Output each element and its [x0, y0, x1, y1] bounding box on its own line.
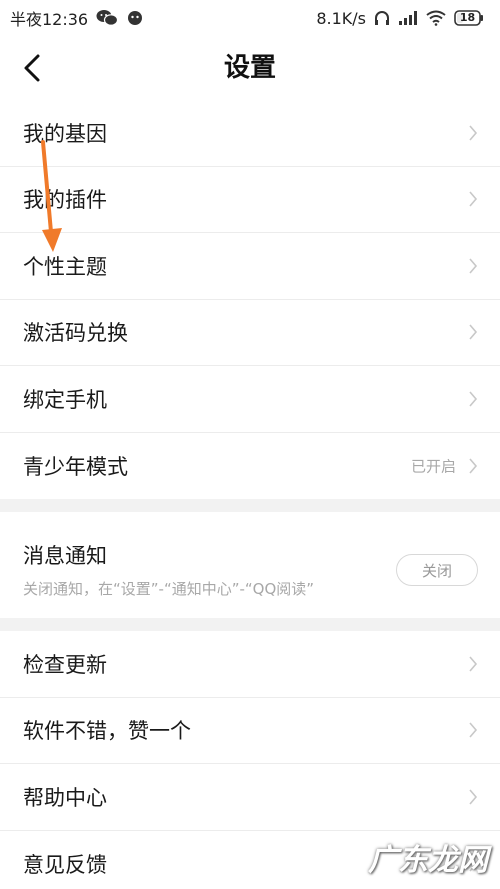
- settings-item-genes[interactable]: 我的基因: [0, 100, 500, 167]
- status-time: 半夜12:36: [10, 10, 89, 29]
- row-label: 帮助中心: [23, 785, 107, 810]
- wechat-icon: [96, 9, 119, 27]
- signal-icon: [398, 10, 418, 26]
- row-label: 青少年模式: [23, 454, 128, 479]
- settings-item-rate-app[interactable]: 软件不错，赞一个: [0, 698, 500, 764]
- notification-hint: 关闭通知，在“设置”-“通知中心”-“QQ阅读”: [23, 580, 315, 598]
- chevron-right-icon: [469, 722, 478, 738]
- chevron-right-icon: [469, 258, 478, 274]
- chevron-right-icon: [469, 656, 478, 672]
- chevron-right-icon: [469, 125, 478, 141]
- row-label: 我的插件: [23, 188, 107, 213]
- row-label: 绑定手机: [23, 387, 107, 412]
- notification-title: 消息通知: [23, 544, 107, 568]
- settings-item-theme[interactable]: 个性主题: [0, 233, 500, 300]
- chevron-right-icon: [469, 789, 478, 805]
- qq-icon: [126, 9, 144, 27]
- back-button[interactable]: [14, 50, 50, 86]
- row-label: 软件不错，赞一个: [23, 719, 191, 744]
- settings-item-teen-mode[interactable]: 青少年模式 已开启: [0, 433, 500, 500]
- wifi-icon: [426, 10, 446, 26]
- settings-item-check-update[interactable]: 检查更新: [0, 631, 500, 698]
- settings-item-activation-code[interactable]: 激活码兑换: [0, 300, 500, 366]
- row-label: 意见反馈: [23, 852, 107, 877]
- settings-group-account: 我的基因 我的插件 个性主题 激活码兑换 绑定手机 青少年模式 已开启: [0, 100, 500, 499]
- nav-bar: 设置: [0, 36, 500, 100]
- chevron-right-icon: [469, 458, 478, 474]
- status-bar: 半夜12:36 8.1K/s 18: [0, 0, 500, 36]
- row-label: 检查更新: [23, 652, 107, 677]
- headphones-icon: [374, 10, 390, 26]
- notification-toggle-button[interactable]: 关闭: [396, 554, 478, 586]
- settings-item-notifications: 消息通知 关闭通知，在“设置”-“通知中心”-“QQ阅读” 关闭: [0, 512, 500, 618]
- watermark: 广东龙网: [368, 843, 488, 878]
- back-arrow-icon: [24, 54, 40, 82]
- chevron-right-icon: [469, 191, 478, 207]
- settings-item-help-center[interactable]: 帮助中心: [0, 764, 500, 831]
- chevron-right-icon: [469, 324, 478, 340]
- row-label: 我的基因: [23, 121, 107, 146]
- teen-mode-status: 已开启: [410, 457, 456, 476]
- battery-icon: 18: [454, 9, 484, 27]
- network-speed: 8.1K/s: [316, 8, 366, 28]
- settings-item-plugins[interactable]: 我的插件: [0, 167, 500, 233]
- battery-level: 18: [459, 11, 476, 24]
- chevron-right-icon: [469, 391, 478, 407]
- row-label: 激活码兑换: [23, 321, 128, 346]
- page-title: 设置: [223, 53, 276, 83]
- row-label: 个性主题: [23, 254, 107, 279]
- settings-item-bind-phone[interactable]: 绑定手机: [0, 366, 500, 433]
